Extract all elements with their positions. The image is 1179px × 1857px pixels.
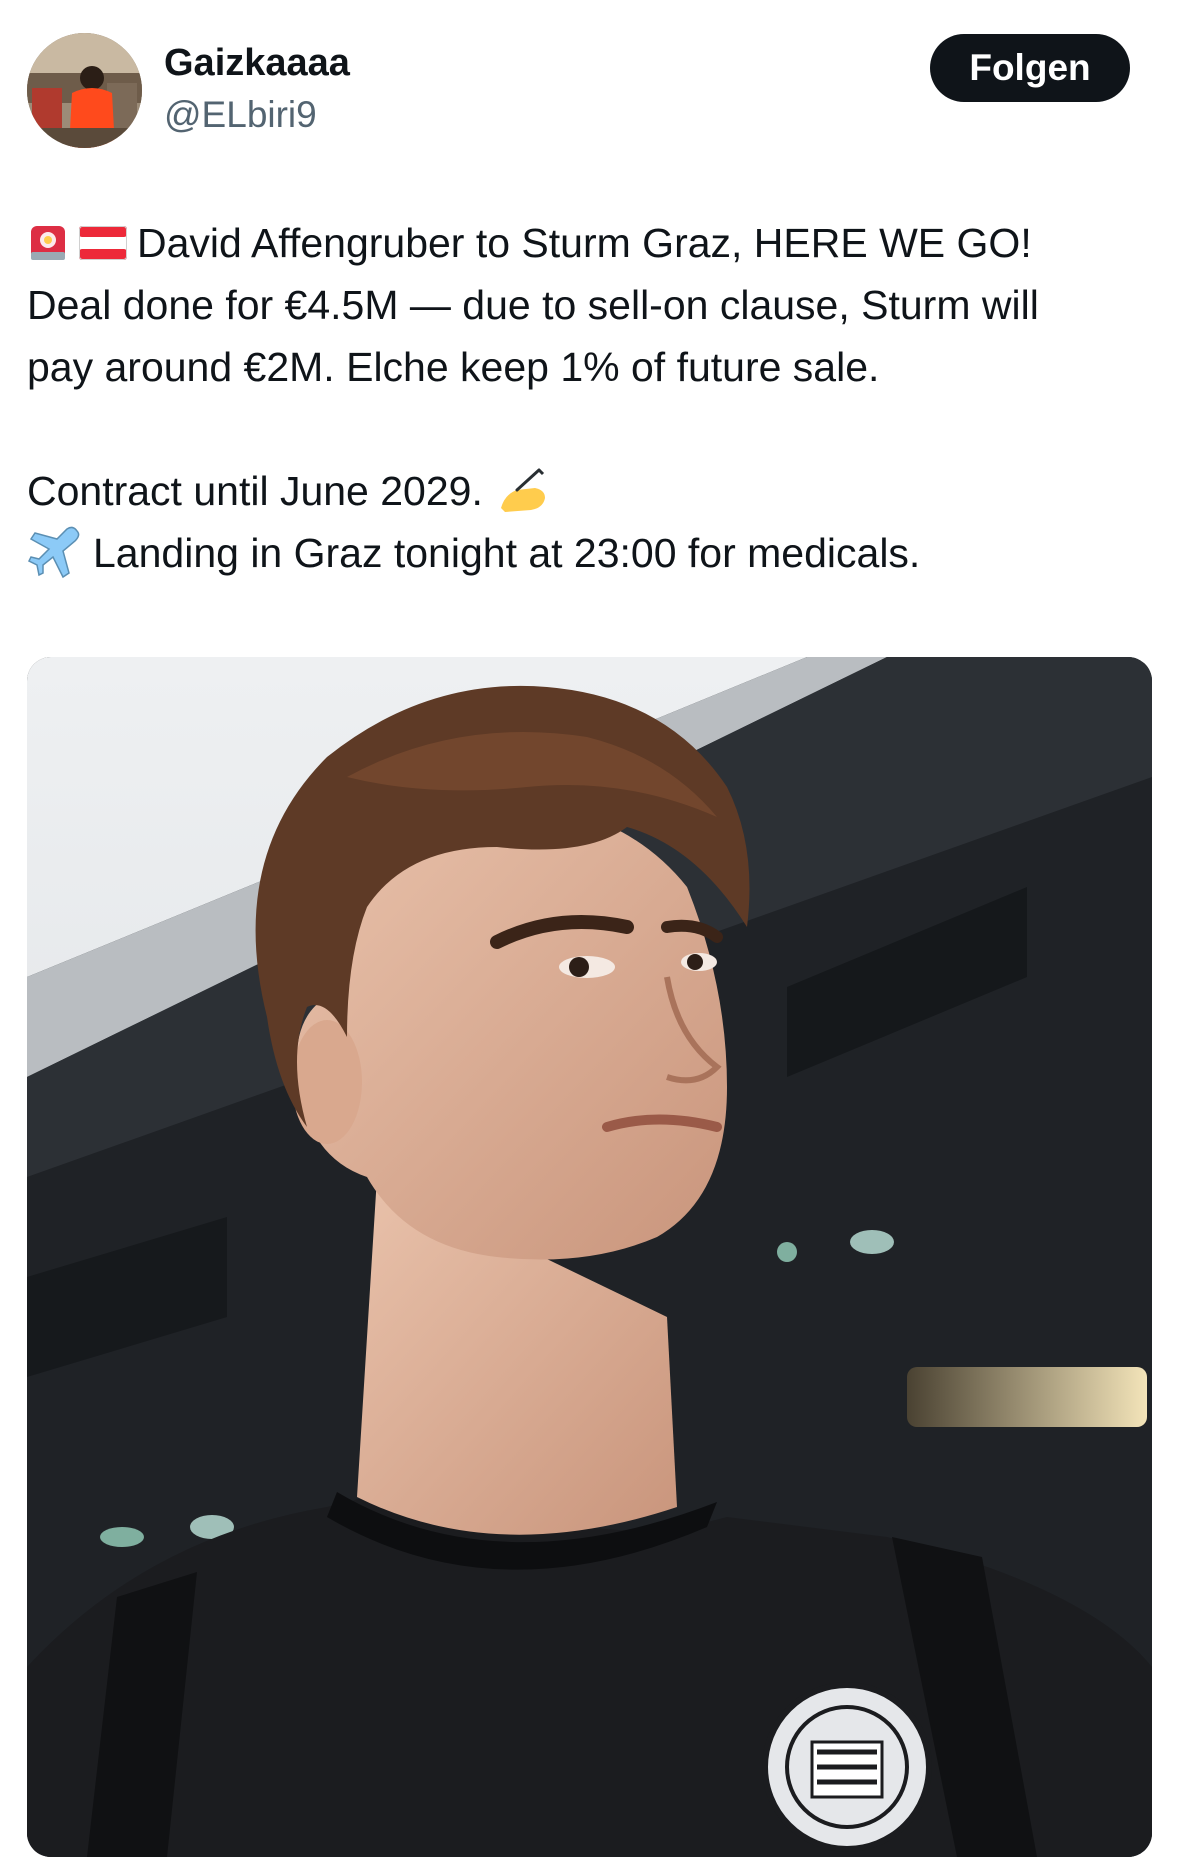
writing-hand-icon [495,468,551,514]
tweet-line-3-text: pay around €2M. Elche keep 1% of future … [27,344,880,390]
user-handle[interactable]: @ELbiri9 [164,94,317,136]
tweet-header: Gaizkaaaa @ELbiri9 Folgen [0,0,1179,160]
siren-icon [27,222,69,264]
tweet-line-4-text: Contract until June 2029. [27,468,483,514]
austria-flag-icon [79,226,127,260]
tweet-spacer [27,398,1152,460]
tweet-line-2: Deal done for €4.5M — due to sell-on cla… [27,274,1152,336]
tweet-line-1-text: David Affengruber to Sturm Graz, HERE WE… [137,220,1032,266]
tweet-line-5: Landing in Graz tonight at 23:00 for med… [27,522,1152,584]
airplane-icon [27,525,83,581]
tweet-line-3: pay around €2M. Elche keep 1% of future … [27,336,1152,398]
tweet-line-2-text: Deal done for €4.5M — due to sell-on cla… [27,282,1039,328]
tweet-text: David Affengruber to Sturm Graz, HERE WE… [27,212,1152,584]
player-photo[interactable] [27,657,1152,1857]
follow-button[interactable]: Folgen [930,34,1130,102]
user-avatar[interactable] [27,33,142,148]
tweet-line-1: David Affengruber to Sturm Graz, HERE WE… [27,212,1152,274]
tweet-line-5-text: Landing in Graz tonight at 23:00 for med… [93,530,921,576]
user-name[interactable]: Gaizkaaaa [164,42,350,85]
tweet-line-4: Contract until June 2029. [27,460,1152,522]
